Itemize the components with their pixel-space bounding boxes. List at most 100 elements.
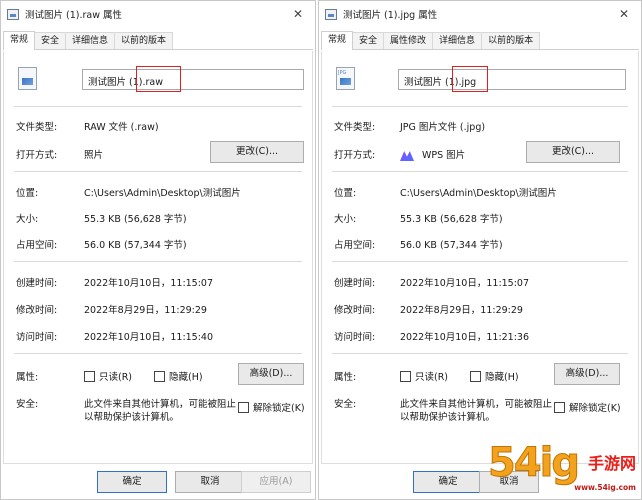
file-properties-icon	[325, 8, 337, 20]
divider	[14, 106, 302, 107]
open-with-value-row: WPS 图片	[400, 147, 465, 161]
divider	[14, 353, 302, 354]
checkbox-box[interactable]	[84, 370, 95, 382]
apply-button[interactable]: 应用(A)	[241, 471, 311, 493]
tab-details[interactable]: 详细信息	[65, 32, 116, 49]
security-warning-line-1: 此文件来自其他计算机，可能被阻止	[400, 399, 553, 410]
tab-bar: 常规 安全 属性修改 详细信息 以前的版本	[321, 31, 639, 50]
checkbox-box[interactable]	[238, 401, 249, 413]
title-bar: 测试图片 (1).raw 属性 ✕	[1, 1, 315, 27]
watermark-logo-text: 54ig	[487, 440, 580, 487]
accessed-label: 访问时间:	[16, 332, 58, 343]
cancel-button[interactable]: 取消	[175, 471, 245, 493]
checkbox-box[interactable]	[554, 401, 565, 413]
hidden-checkbox[interactable]: 隐藏(H)	[470, 369, 519, 383]
tab-previous-versions[interactable]: 以前的版本	[114, 32, 174, 49]
open-with-label: 打开方式:	[16, 150, 58, 161]
security-warning-line-1: 此文件来自其他计算机，可能被阻止	[84, 399, 237, 410]
image-file-icon	[18, 67, 37, 90]
change-button[interactable]: 更改(C)...	[526, 141, 620, 163]
unblock-checkbox[interactable]: 解除锁定(K)	[238, 400, 305, 414]
divider	[332, 106, 628, 107]
attributes-label: 属性:	[334, 372, 357, 383]
tab-details[interactable]: 详细信息	[432, 32, 483, 49]
open-with-label: 打开方式:	[334, 150, 376, 161]
tab-general[interactable]: 常规	[321, 31, 354, 50]
accessed-value: 2022年10月10日，11:15:40	[84, 332, 214, 343]
tab-bar: 常规 安全 详细信息 以前的版本	[3, 31, 313, 50]
file-type-value: JPG 图片文件 (.jpg)	[400, 122, 486, 133]
accessed-value: 2022年10月10日，11:21:36	[400, 332, 530, 343]
jpg-file-icon	[336, 67, 355, 90]
dialog-footer: 确定 取消 应用(A)	[1, 465, 315, 499]
unblock-label: 解除锁定(K)	[253, 403, 305, 414]
location-label: 位置:	[16, 188, 39, 199]
hidden-label: 隐藏(H)	[485, 372, 519, 383]
general-panel: 测试图片 (1).raw 文件类型: RAW 文件 (.raw) 打开方式: 照…	[3, 51, 313, 464]
raw-properties-window: 测试图片 (1).raw 属性 ✕ 常规 安全 详细信息 以前的版本 测试图片 …	[0, 0, 316, 500]
modified-value: 2022年8月29日，11:29:29	[84, 305, 207, 316]
attributes-label: 属性:	[16, 372, 39, 383]
location-value: C:\Users\Admin\Desktop\测试图片	[400, 188, 557, 199]
unblock-label: 解除锁定(K)	[569, 403, 621, 414]
created-value: 2022年10月10日，11:15:07	[84, 278, 214, 289]
checkbox-box[interactable]	[400, 370, 411, 382]
readonly-label: 只读(R)	[415, 372, 449, 383]
site-watermark-logo: 54ig 手游网 www.54ig.com	[487, 440, 638, 498]
readonly-checkbox[interactable]: 只读(R)	[400, 369, 448, 383]
ok-button[interactable]: 确定	[413, 471, 483, 493]
close-icon[interactable]: ✕	[283, 7, 313, 21]
checkbox-box[interactable]	[470, 370, 481, 382]
modified-value: 2022年8月29日，11:29:29	[400, 305, 523, 316]
advanced-button[interactable]: 高级(D)...	[554, 363, 620, 385]
filename-input[interactable]: 测试图片 (1).jpg	[398, 69, 626, 90]
modified-label: 修改时间:	[334, 305, 376, 316]
modified-label: 修改时间:	[16, 305, 58, 316]
size-label: 大小:	[334, 214, 357, 225]
open-with-value: 照片	[84, 150, 104, 161]
file-type-label: 文件类型:	[16, 122, 58, 133]
disk-size-label: 占用空间:	[16, 240, 58, 251]
wps-app-icon	[400, 151, 414, 161]
size-value: 55.3 KB (56,628 字节)	[400, 214, 503, 225]
disk-size-label: 占用空间:	[334, 240, 376, 251]
hidden-label: 隐藏(H)	[169, 372, 203, 383]
checkbox-box[interactable]	[154, 370, 165, 382]
divider	[332, 171, 628, 172]
location-value: C:\Users\Admin\Desktop\测试图片	[84, 188, 241, 199]
file-type-label: 文件类型:	[334, 122, 376, 133]
readonly-label: 只读(R)	[99, 372, 133, 383]
ok-button[interactable]: 确定	[97, 471, 167, 493]
watermark-url: www.54ig.com	[574, 483, 636, 492]
tab-previous-versions[interactable]: 以前的版本	[481, 32, 541, 49]
watermark-site-name: 手游网	[587, 454, 636, 473]
advanced-button[interactable]: 高级(D)...	[238, 363, 304, 385]
security-warning-line-2: 以帮助保护该计算机。	[400, 412, 496, 423]
extension-highlight-box	[452, 66, 488, 92]
security-label: 安全:	[16, 399, 39, 410]
created-label: 创建时间:	[334, 278, 376, 289]
readonly-checkbox[interactable]: 只读(R)	[84, 369, 132, 383]
hidden-checkbox[interactable]: 隐藏(H)	[154, 369, 203, 383]
extension-highlight-box	[136, 66, 181, 92]
security-warning-line-2: 以帮助保护该计算机。	[84, 412, 180, 423]
unblock-checkbox[interactable]: 解除锁定(K)	[554, 400, 621, 414]
location-label: 位置:	[334, 188, 357, 199]
file-type-value: RAW 文件 (.raw)	[84, 122, 159, 133]
accessed-label: 访问时间:	[334, 332, 376, 343]
tab-attribute-modify[interactable]: 属性修改	[383, 32, 434, 49]
window-title: 测试图片 (1).jpg 属性	[343, 10, 438, 21]
open-with-value: WPS 图片	[422, 150, 466, 161]
tab-security[interactable]: 安全	[34, 32, 67, 49]
file-properties-icon	[7, 8, 19, 20]
title-bar: 测试图片 (1).jpg 属性 ✕	[319, 1, 641, 27]
window-title: 测试图片 (1).raw 属性	[25, 10, 123, 21]
tab-general[interactable]: 常规	[3, 31, 36, 50]
tab-security[interactable]: 安全	[352, 32, 385, 49]
close-icon[interactable]: ✕	[609, 7, 639, 21]
size-value: 55.3 KB (56,628 字节)	[84, 214, 187, 225]
divider	[14, 171, 302, 172]
security-label: 安全:	[334, 399, 357, 410]
change-button[interactable]: 更改(C)...	[210, 141, 304, 163]
filename-input[interactable]: 测试图片 (1).raw	[82, 69, 304, 90]
